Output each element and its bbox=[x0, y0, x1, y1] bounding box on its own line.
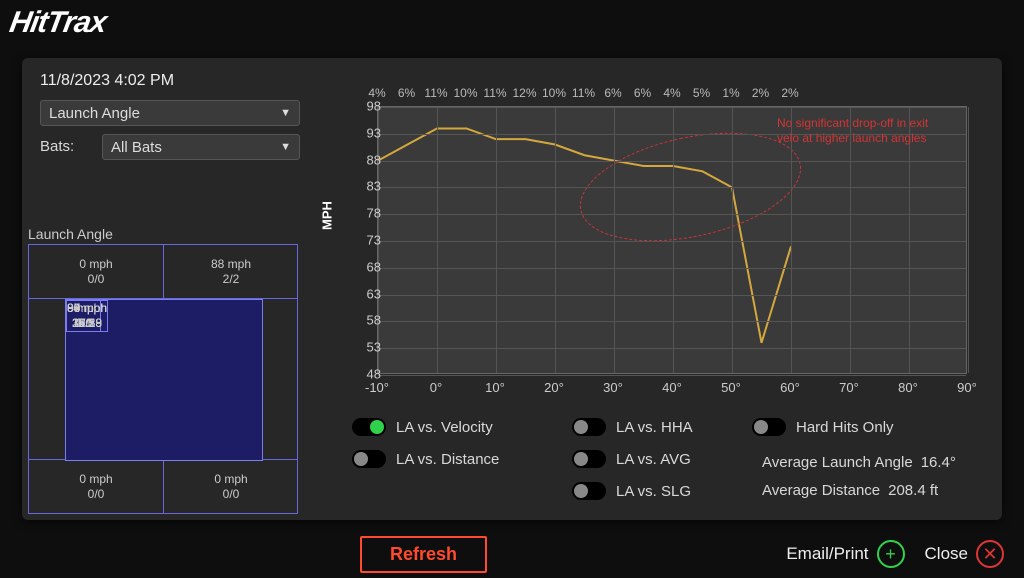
zone-bot-right: 0 mph0/0 bbox=[163, 459, 298, 513]
top-pct-label: 12% bbox=[512, 86, 536, 100]
top-pct-label: 2% bbox=[752, 86, 769, 100]
toggle-la-avg[interactable]: LA vs. AVG bbox=[572, 450, 691, 468]
x-tick: 10° bbox=[485, 380, 505, 395]
bats-dropdown[interactable]: All Bats ▼ bbox=[102, 134, 300, 160]
main-panel: 11/8/2023 4:02 PM Launch Angle ▼ Bats: A… bbox=[22, 58, 1002, 520]
bottom-bar: Refresh Email/Print + Close ✕ bbox=[0, 530, 1024, 578]
x-tick: 60° bbox=[780, 380, 800, 395]
toggle-la-distance[interactable]: LA vs. Distance bbox=[352, 450, 499, 468]
y-tick: 78 bbox=[351, 206, 381, 221]
y-tick: 98 bbox=[351, 99, 381, 114]
top-pct-label: 11% bbox=[424, 86, 447, 100]
zone-top-left: 0 mph0/0 bbox=[29, 245, 163, 299]
la-chart: MPH No significant drop-off in exit velo… bbox=[327, 70, 983, 410]
y-tick: 53 bbox=[351, 340, 381, 355]
email-print-button[interactable]: Email/Print + bbox=[786, 540, 904, 568]
x-tick: 0° bbox=[430, 380, 442, 395]
zone-bot-left: 0 mph0/0 bbox=[29, 459, 163, 513]
y-tick: 83 bbox=[351, 179, 381, 194]
x-tick: 50° bbox=[721, 380, 741, 395]
x-tick: -10° bbox=[365, 380, 389, 395]
y-tick: 88 bbox=[351, 152, 381, 167]
top-pct-label: 4% bbox=[663, 86, 680, 100]
chevron-down-icon: ▼ bbox=[280, 107, 291, 119]
x-tick: 20° bbox=[544, 380, 564, 395]
plus-icon: + bbox=[877, 540, 905, 568]
top-pct-label: 11% bbox=[572, 86, 595, 100]
y-tick: 73 bbox=[351, 233, 381, 248]
metric-dropdown-label: Launch Angle bbox=[49, 105, 140, 122]
app-logo: HitTrax bbox=[7, 6, 109, 40]
x-tick: 70° bbox=[839, 380, 859, 395]
zone-cell: 94 mph2/3 bbox=[66, 300, 108, 332]
x-tick: 90° bbox=[957, 380, 977, 395]
top-pct-label: 10% bbox=[453, 86, 477, 100]
strike-zone-grid: 0 mph0/0 88 mph2/2 0 mph0/0 0 mph0/0 0 m… bbox=[28, 244, 298, 514]
zone-top-right: 88 mph2/2 bbox=[163, 245, 298, 299]
x-tick: 40° bbox=[662, 380, 682, 395]
top-pct-label: 2% bbox=[781, 86, 798, 100]
chart-plot-area bbox=[377, 106, 967, 374]
zone-title: Launch Angle bbox=[28, 226, 113, 242]
switch-icon bbox=[352, 450, 386, 468]
chart-ylabel: MPH bbox=[320, 201, 335, 230]
y-tick: 63 bbox=[351, 286, 381, 301]
refresh-button[interactable]: Refresh bbox=[360, 536, 487, 573]
toggle-hard-hits[interactable]: Hard Hits Only bbox=[752, 418, 894, 436]
switch-icon bbox=[752, 418, 786, 436]
zone-inner-grid: 0 mph1/1 89 mph18/19 90 mph25/28 0 mph0/… bbox=[65, 299, 263, 461]
top-pct-label: 4% bbox=[368, 86, 385, 100]
top-pct-label: 6% bbox=[634, 86, 651, 100]
stat-avg-dist: Average Distance208.4 ft bbox=[762, 482, 938, 499]
switch-icon bbox=[572, 450, 606, 468]
stat-avg-la: Average Launch Angle16.4° bbox=[762, 454, 956, 471]
metric-dropdown[interactable]: Launch Angle ▼ bbox=[40, 100, 300, 126]
bats-dropdown-label: All Bats bbox=[111, 139, 162, 156]
toggle-la-slg[interactable]: LA vs. SLG bbox=[572, 482, 691, 500]
top-pct-label: 6% bbox=[398, 86, 415, 100]
x-tick: 80° bbox=[898, 380, 918, 395]
toggle-la-velocity[interactable]: LA vs. Velocity bbox=[352, 418, 493, 436]
chevron-down-icon: ▼ bbox=[280, 141, 291, 153]
top-pct-label: 11% bbox=[483, 86, 506, 100]
top-pct-label: 1% bbox=[722, 86, 739, 100]
session-timestamp: 11/8/2023 4:02 PM bbox=[40, 72, 174, 90]
y-tick: 68 bbox=[351, 259, 381, 274]
y-tick: 58 bbox=[351, 313, 381, 328]
switch-icon bbox=[572, 482, 606, 500]
toggle-la-hha[interactable]: LA vs. HHA bbox=[572, 418, 693, 436]
annotation-text: No significant drop-off in exit velo at … bbox=[777, 116, 947, 146]
top-pct-label: 10% bbox=[542, 86, 566, 100]
top-pct-label: 5% bbox=[693, 86, 710, 100]
switch-icon bbox=[572, 418, 606, 436]
x-tick: 30° bbox=[603, 380, 623, 395]
bats-label: Bats: bbox=[40, 138, 74, 155]
top-pct-label: 6% bbox=[604, 86, 621, 100]
switch-icon bbox=[352, 418, 386, 436]
close-button[interactable]: Close ✕ bbox=[925, 540, 1004, 568]
y-tick: 93 bbox=[351, 125, 381, 140]
close-icon: ✕ bbox=[976, 540, 1004, 568]
